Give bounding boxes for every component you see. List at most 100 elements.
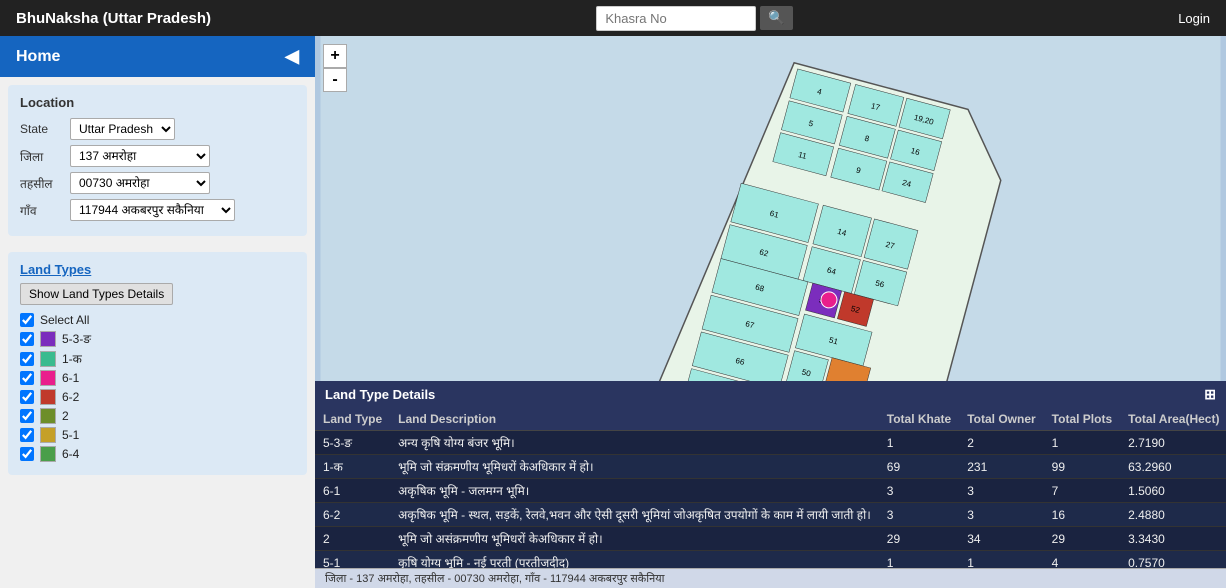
zoom-out-button[interactable]: - bbox=[323, 68, 347, 92]
zoom-controls: + - bbox=[323, 44, 347, 92]
land-type-color-5-3-ङ bbox=[40, 331, 56, 347]
ltd-table-cell: 69 bbox=[879, 455, 959, 479]
ltd-expand-icon[interactable]: ⊞ bbox=[1204, 386, 1216, 403]
land-type-label-1-क: 1-क bbox=[62, 350, 82, 367]
state-row: State Uttar Pradesh bbox=[20, 118, 295, 140]
land-type-label-6-2: 6-2 bbox=[62, 390, 79, 404]
app-title: BhuNaksha (Uttar Pradesh) bbox=[16, 10, 211, 27]
land-type-row: 5-3-ङ bbox=[20, 330, 295, 347]
land-type-row: 6-4 bbox=[20, 446, 295, 462]
ltd-table-cell: भूमि जो संक्रमणीय भूमिधरों केअधिकार में … bbox=[390, 455, 879, 479]
tehsil-row: तहसील 00730 अमरोहा bbox=[20, 172, 295, 194]
state-select[interactable]: Uttar Pradesh bbox=[70, 118, 175, 140]
map-area[interactable]: + - 4 17 19,20 bbox=[315, 36, 1226, 588]
land-type-row: 6-1 bbox=[20, 370, 295, 386]
ltd-table-cell: 6-2 bbox=[315, 503, 390, 527]
ltd-table-row: 2भूमि जो असंक्रमणीय भूमिधरों केअधिकार मे… bbox=[315, 527, 1226, 551]
login-button[interactable]: Login bbox=[1178, 11, 1210, 26]
land-type-label-5-1: 5-1 bbox=[62, 428, 79, 442]
land-type-checkbox-5-1[interactable] bbox=[20, 428, 34, 442]
land-types-panel: Land Types Show Land Types Details Selec… bbox=[8, 252, 307, 475]
land-type-checkbox-1-क[interactable] bbox=[20, 352, 34, 366]
location-title: Location bbox=[20, 95, 295, 110]
ltd-table-row: 6-2अकृषिक भूमि - स्थल, सड़कें, रेलवे,भवन… bbox=[315, 503, 1226, 527]
land-type-checkbox-6-1[interactable] bbox=[20, 371, 34, 385]
ltd-table-cell: 7 bbox=[1044, 479, 1120, 503]
ltd-table-cell: भूमि जो असंक्रमणीय भूमिधरों केअधिकार में… bbox=[390, 527, 879, 551]
ltd-table-cell: अकृषिक भूमि - जलमग्न भूमि। bbox=[390, 479, 879, 503]
ltd-table-cell: अन्य कृषि योग्य बंजर भूमि। bbox=[390, 431, 879, 455]
land-type-label-6-1: 6-1 bbox=[62, 371, 79, 385]
sidebar-header: Home ◀ bbox=[0, 36, 315, 77]
ltd-column-header: Total Area(Hect) bbox=[1120, 408, 1226, 431]
ltd-tbody: 5-3-ङअन्य कृषि योग्य बंजर भूमि।1212.7190… bbox=[315, 431, 1226, 569]
status-bar: जिला - 137 अमरोहा, तहसील - 00730 अमरोहा,… bbox=[315, 568, 1226, 588]
show-land-types-details-button[interactable]: Show Land Types Details bbox=[20, 283, 173, 305]
ltd-column-header: Total Owner bbox=[959, 408, 1043, 431]
ltd-table-cell: 1 bbox=[959, 551, 1043, 569]
ltd-table-cell: 1 bbox=[879, 431, 959, 455]
ltd-table-cell: 3.3430 bbox=[1120, 527, 1226, 551]
ltd-table-cell: 5-1 bbox=[315, 551, 390, 569]
ltd-table-cell: 3 bbox=[879, 479, 959, 503]
ltd-table-wrap[interactable]: Land TypeLand DescriptionTotal KhateTota… bbox=[315, 408, 1226, 568]
sidebar: Home ◀ Location State Uttar Pradesh जिला… bbox=[0, 36, 315, 588]
land-type-color-1-क bbox=[40, 351, 56, 367]
village-select[interactable]: 117944 अकबरपुर सकैनिया bbox=[70, 199, 235, 221]
search-button[interactable]: 🔍 bbox=[760, 6, 793, 30]
ltd-table-cell: 2 bbox=[959, 431, 1043, 455]
ltd-column-header: Land Description bbox=[390, 408, 879, 431]
ltd-table-cell: 63.2960 bbox=[1120, 455, 1226, 479]
ltd-table-cell: 6-1 bbox=[315, 479, 390, 503]
zoom-in-button[interactable]: + bbox=[323, 44, 347, 68]
land-type-checkbox-6-4[interactable] bbox=[20, 447, 34, 461]
land-type-checkbox-6-2[interactable] bbox=[20, 390, 34, 404]
land-type-label-2: 2 bbox=[62, 409, 69, 423]
ltd-table-cell: 2 bbox=[315, 527, 390, 551]
ltd-table-cell: 1 bbox=[1044, 431, 1120, 455]
land-type-row: 5-1 bbox=[20, 427, 295, 443]
ltd-table-cell: 29 bbox=[879, 527, 959, 551]
land-type-color-2 bbox=[40, 408, 56, 424]
ltd-column-header: Total Plots bbox=[1044, 408, 1120, 431]
land-type-checkbox-2[interactable] bbox=[20, 409, 34, 423]
land-type-color-6-1 bbox=[40, 370, 56, 386]
ltd-table-cell: 99 bbox=[1044, 455, 1120, 479]
district-label: जिला bbox=[20, 148, 70, 165]
search-input[interactable] bbox=[596, 6, 756, 31]
land-type-details-panel: Land Type Details ⊞ Land TypeLand Descri… bbox=[315, 381, 1226, 588]
ltd-table-cell: 231 bbox=[959, 455, 1043, 479]
ltd-table-row: 1-कभूमि जो संक्रमणीय भूमिधरों केअधिकार म… bbox=[315, 455, 1226, 479]
ltd-table-cell: 29 bbox=[1044, 527, 1120, 551]
ltd-table-cell: 16 bbox=[1044, 503, 1120, 527]
main-layout: Home ◀ Location State Uttar Pradesh जिला… bbox=[0, 36, 1226, 588]
land-type-color-6-4 bbox=[40, 446, 56, 462]
sidebar-toggle-button[interactable]: ◀ bbox=[285, 46, 299, 67]
status-text: जिला - 137 अमरोहा, तहसील - 00730 अमरोहा,… bbox=[325, 573, 664, 585]
ltd-title: Land Type Details bbox=[325, 387, 435, 402]
select-all-checkbox[interactable] bbox=[20, 313, 34, 327]
ltd-table-cell: 3 bbox=[959, 479, 1043, 503]
ltd-table-cell: अकृषिक भूमि - स्थल, सड़कें, रेलवे,भवन और… bbox=[390, 503, 879, 527]
ltd-thead-row: Land TypeLand DescriptionTotal KhateTota… bbox=[315, 408, 1226, 431]
tehsil-select[interactable]: 00730 अमरोहा bbox=[70, 172, 210, 194]
district-row: जिला 137 अमरोहा bbox=[20, 145, 295, 167]
location-panel: Location State Uttar Pradesh जिला 137 अम… bbox=[8, 85, 307, 236]
district-select[interactable]: 137 अमरोहा bbox=[70, 145, 210, 167]
ltd-table-row: 6-1अकृषिक भूमि - जलमग्न भूमि।3371.50600.… bbox=[315, 479, 1226, 503]
land-type-details-table: Land TypeLand DescriptionTotal KhateTota… bbox=[315, 408, 1226, 568]
land-type-checkbox-5-3-ङ[interactable] bbox=[20, 332, 34, 346]
land-type-label-5-3-ङ: 5-3-ङ bbox=[62, 330, 91, 347]
land-types-title[interactable]: Land Types bbox=[20, 262, 295, 277]
ltd-table-cell: 2.4880 bbox=[1120, 503, 1226, 527]
ltd-table-cell: 1 bbox=[879, 551, 959, 569]
ltd-table-cell: 0.7570 bbox=[1120, 551, 1226, 569]
ltd-table-row: 5-3-ङअन्य कृषि योग्य बंजर भूमि।1212.7190… bbox=[315, 431, 1226, 455]
tehsil-label: तहसील bbox=[20, 175, 70, 192]
land-type-row: 6-2 bbox=[20, 389, 295, 405]
ltd-column-header: Land Type bbox=[315, 408, 390, 431]
search-bar: 🔍 bbox=[596, 6, 793, 31]
land-type-color-6-2 bbox=[40, 389, 56, 405]
land-type-checkboxes: 5-3-ङ 1-क 6-1 6-2 2 5-1 6-4 bbox=[20, 330, 295, 462]
ltd-table-cell: 34 bbox=[959, 527, 1043, 551]
